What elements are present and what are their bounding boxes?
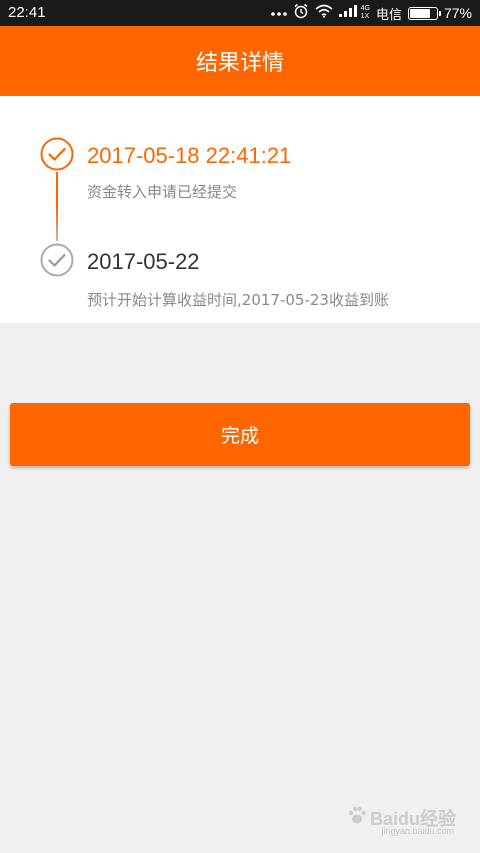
battery-percent: 77% <box>443 5 472 21</box>
network-type-top: 4G <box>360 5 370 12</box>
done-button[interactable]: 完成 <box>10 403 470 466</box>
page-title: 结果详情 <box>195 51 284 76</box>
paw-icon <box>346 804 368 831</box>
network-type-bottom: 1X <box>360 13 370 20</box>
watermark: Baidu经验 jingyan.baidu.com <box>346 804 456 836</box>
network-type: 4G 1X <box>361 5 370 21</box>
timeline-card: 2017-05-18 22:41:21 资金转入申请已经提交 2017-05-2… <box>0 96 480 323</box>
carrier-label: 电信 <box>375 7 402 23</box>
status-icons: 4G 1X 电信 77% <box>270 3 472 23</box>
status-bar: 22:41 4G 1X 电信 77% <box>0 0 480 26</box>
signal-icon <box>338 5 357 21</box>
watermark-sub: jingyan.baidu.com <box>381 826 454 836</box>
battery-icon <box>407 6 441 20</box>
alarm-icon <box>293 3 309 23</box>
timeline-item-description: 资金转入申请已经提交 <box>87 183 238 201</box>
check-circle-icon <box>40 137 74 171</box>
more-dots-icon <box>270 5 287 21</box>
battery-fill <box>409 8 430 18</box>
title-bar: 结果详情 <box>0 26 480 96</box>
timeline-connector <box>56 172 58 241</box>
check-circle-icon <box>40 243 74 277</box>
timeline-item-date: 2017-05-22 <box>87 249 200 274</box>
wifi-icon <box>315 4 333 22</box>
timeline-item-date: 2017-05-18 22:41:21 <box>87 143 292 168</box>
timeline-item-description: 预计开始计算收益时间,2017-05-23收益到账 <box>87 291 389 309</box>
status-time: 22:41 <box>8 4 46 21</box>
